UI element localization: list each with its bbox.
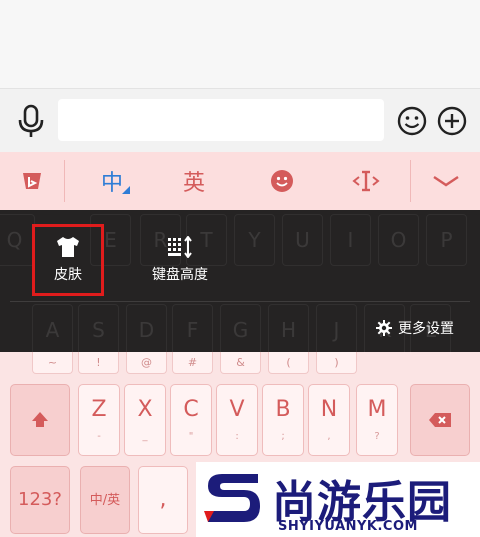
symbol-hint: ! bbox=[78, 352, 119, 374]
numbers-key[interactable]: 123? bbox=[10, 466, 70, 534]
language-switch-key[interactable]: 中/英 bbox=[80, 466, 130, 534]
letter-key[interactable]: X _ bbox=[124, 384, 166, 456]
ghost-key: I bbox=[330, 214, 371, 266]
ghost-key: Q bbox=[0, 214, 35, 266]
shift-arrow-icon bbox=[32, 412, 48, 427]
letter-key-label: V bbox=[229, 396, 245, 422]
letter-key-label: C bbox=[183, 396, 199, 422]
letter-key-sub-label: ; bbox=[281, 430, 285, 442]
shift-key[interactable] bbox=[10, 384, 70, 456]
ghost-key: O bbox=[378, 214, 419, 266]
comma-key[interactable]: , bbox=[138, 466, 188, 534]
more-settings-button[interactable]: 更多设置 bbox=[376, 318, 454, 338]
english-mode-button[interactable]: 英 bbox=[172, 152, 216, 210]
letter-key-label: N bbox=[320, 396, 338, 422]
bing-logo-icon[interactable] bbox=[10, 152, 54, 210]
ghost-key: J bbox=[316, 304, 357, 356]
highlight-box bbox=[32, 224, 104, 296]
letter-key-sub-label: ? bbox=[374, 430, 380, 442]
letter-key[interactable]: B; bbox=[262, 384, 304, 456]
microphone-icon[interactable] bbox=[14, 103, 48, 139]
symbol-hint: # bbox=[172, 352, 213, 374]
comma-key-label: , bbox=[159, 487, 167, 512]
ghost-key: S bbox=[78, 304, 119, 356]
toolbar-separator bbox=[64, 160, 65, 202]
letter-key-label: B bbox=[275, 396, 291, 422]
ghost-key: A bbox=[32, 304, 73, 356]
keyboard-height-icon bbox=[168, 236, 192, 258]
letter-key-sub-label: " bbox=[188, 430, 194, 442]
letter-key-label: M bbox=[367, 396, 387, 422]
ghost-key: F bbox=[172, 304, 213, 356]
ghost-key: H bbox=[268, 304, 309, 356]
ghost-key: G bbox=[220, 304, 261, 356]
letter-key-label: X bbox=[137, 396, 153, 422]
toolbar-separator bbox=[410, 160, 411, 202]
message-input[interactable] bbox=[58, 99, 384, 141]
letter-key[interactable]: C " bbox=[170, 384, 212, 456]
symbol-hint: ~ bbox=[32, 352, 73, 374]
letter-key-sub-label: _ bbox=[142, 430, 148, 442]
letter-key-sub-label: : bbox=[235, 430, 239, 442]
letter-key[interactable]: N, bbox=[308, 384, 350, 456]
cursor-move-icon[interactable] bbox=[344, 152, 388, 210]
watermark-domain-text: SHYIYUANYK.COM bbox=[278, 519, 418, 534]
symbol-hint: & bbox=[220, 352, 261, 374]
backspace-key[interactable] bbox=[410, 384, 470, 456]
keyboard-height-button[interactable]: 键盘高度 bbox=[142, 228, 218, 292]
letter-key-sub-label: - bbox=[97, 430, 101, 442]
english-mode-label: 英 bbox=[182, 171, 205, 196]
symbol-hint-row: ~! @ # &() bbox=[0, 352, 480, 378]
gear-icon bbox=[376, 320, 392, 336]
watermark-logo-icon bbox=[204, 474, 260, 522]
letter-key[interactable]: V: bbox=[216, 384, 258, 456]
settings-overlay-menu: QERTYUIOP ASDFGHJKL 皮肤 bbox=[0, 210, 480, 356]
collapse-keyboard-icon[interactable] bbox=[424, 152, 468, 210]
chat-area bbox=[0, 0, 480, 88]
screen: 中 英 Q E R T Y U I O P A S D F G H J L 皮肤… bbox=[0, 0, 480, 537]
ghost-key: Y bbox=[234, 214, 275, 266]
corner-indicator-icon bbox=[122, 186, 130, 194]
backspace-icon bbox=[429, 413, 451, 427]
input-bar bbox=[0, 88, 480, 152]
keyboard-height-label: 键盘高度 bbox=[152, 267, 208, 283]
letter-key[interactable]: Z- bbox=[78, 384, 120, 456]
ghost-key: P bbox=[426, 214, 467, 266]
letter-key-sub-label: , bbox=[327, 430, 331, 442]
ghost-key: D bbox=[126, 304, 167, 356]
keyboard-toolbar: 中 英 bbox=[0, 152, 480, 210]
symbol-hint: @ bbox=[126, 352, 167, 374]
add-icon[interactable] bbox=[436, 105, 468, 137]
symbol-hint: ) bbox=[316, 352, 357, 374]
ghost-key: U bbox=[282, 214, 323, 266]
emoji-panel-icon[interactable] bbox=[260, 152, 304, 210]
watermark: 尚游乐园 SHYIYUANYK.COM bbox=[196, 462, 480, 537]
symbol-hint: ( bbox=[268, 352, 309, 374]
chinese-mode-button[interactable]: 中 bbox=[90, 152, 134, 210]
language-switch-label: 中/英 bbox=[89, 492, 121, 508]
chinese-mode-label: 中 bbox=[100, 171, 123, 196]
more-settings-label: 更多设置 bbox=[398, 321, 454, 337]
numbers-key-label: 123? bbox=[18, 489, 62, 510]
letter-key-label: Z bbox=[91, 396, 107, 422]
menu-divider bbox=[10, 301, 470, 302]
letter-key[interactable]: M? bbox=[356, 384, 398, 456]
emoji-icon[interactable] bbox=[396, 105, 428, 137]
